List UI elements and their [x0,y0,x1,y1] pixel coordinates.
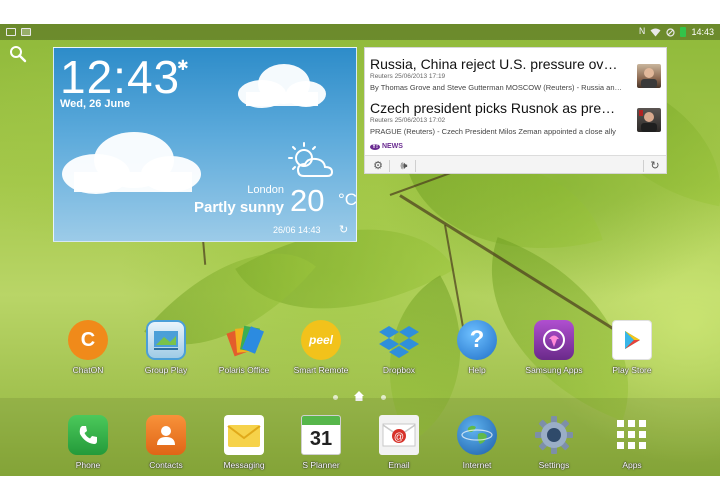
weather-city: London [247,184,284,196]
cloud-icon [238,64,326,108]
weather-settings-icon[interactable]: ✱ [177,58,189,74]
gallery-icon [21,28,31,36]
nfc-icon: N [638,27,646,37]
dock-settings[interactable]: Settings [515,415,593,470]
weather-condition: Partly sunny [193,199,284,216]
news-snippet: PRAGUE (Reuters) - Czech President Milos… [370,127,616,136]
status-bar[interactable]: N 14:43 [0,24,720,40]
app-label: Settings [538,460,570,470]
app-label: Phone [75,460,101,470]
news-item[interactable]: Czech president picks Rusnok as premier … [370,100,633,136]
dock-email[interactable]: @ Email [360,415,438,470]
app-label: S Planner [302,460,340,470]
samsung-apps-icon [534,320,574,360]
app-label: ChatON [72,365,104,375]
app-help[interactable]: ? Help [438,320,516,375]
app-label: Samsung Apps [525,365,583,375]
globe-icon [457,415,497,455]
weather-widget[interactable]: 12:43 ✱ Wed, 26 June London Partly sunny… [53,47,357,242]
chaton-icon: C [68,320,108,360]
news-source-label: NEWS [381,143,403,150]
news-read-aloud-icon[interactable]: 🕪 [397,159,411,173]
app-label: Email [388,460,410,470]
dock-messaging[interactable]: Messaging [205,415,283,470]
calendar-day: 31 [309,428,333,450]
apps-grid-icon [612,415,652,455]
toolbar-divider [389,160,390,172]
app-label: Help [468,365,486,375]
news-meta: Reuters 25/06/2013 17:19 [370,73,446,80]
app-samsung-apps[interactable]: Samsung Apps [515,320,593,375]
email-icon: @ [379,415,419,455]
app-polaris-office[interactable]: Polaris Office [205,320,283,375]
message-icon [6,28,16,36]
svg-text:@: @ [394,432,404,443]
news-toolbar: ⚙ 🕪 ↻ [365,155,666,173]
smart-remote-icon: peel [301,320,341,360]
yahoo-logo: Y! [370,144,380,150]
news-title[interactable]: Russia, China reject U.S. pressure over … [370,56,618,72]
app-smart-remote[interactable]: peel Smart Remote [282,320,360,375]
news-source-logo: Y! NEWS [370,143,403,150]
dock-contacts[interactable]: Contacts [127,415,205,470]
weather-clock: 12:43 [60,51,181,103]
partly-sunny-icon [288,142,334,177]
mute-icon [666,27,676,37]
contacts-icon [146,415,186,455]
calendar-header [302,416,340,425]
app-label: Messaging [223,460,265,470]
news-widget[interactable]: Russia, China reject U.S. pressure over … [364,47,667,174]
app-label: Smart Remote [293,365,349,375]
news-meta: Reuters 25/06/2013 17:02 [370,117,446,124]
app-label: Apps [622,460,642,470]
news-item[interactable]: Russia, China reject U.S. pressure over … [370,56,633,92]
app-play-store[interactable]: Play Store [593,320,671,375]
group-play-icon [146,320,186,360]
polaris-office-icon [224,320,264,360]
wifi-icon [650,28,661,36]
dock-apps[interactable]: Apps [593,415,671,470]
app-label: Dropbox [382,365,416,375]
news-thumbnail[interactable] [637,64,661,88]
weather-updated: 26/06 14:43 [273,225,321,235]
app-label: Contacts [149,460,183,470]
news-title[interactable]: Czech president picks Rusnok as premier [370,100,618,116]
app-group-play[interactable]: Group Play [127,320,205,375]
app-dropbox[interactable]: Dropbox [360,320,438,375]
calendar-icon: 31 [301,415,341,455]
play-store-icon [612,320,652,360]
cloud-icon [62,132,201,194]
dock-internet[interactable]: Internet [438,415,516,470]
weather-date: Wed, 26 June [60,98,131,110]
app-label: Play Store [612,365,652,375]
news-snippet: By Thomas Grove and Steve Gutterman MOSC… [370,83,625,92]
dock-s-planner[interactable]: 31 S Planner [282,415,360,470]
app-label: Group Play [144,365,188,375]
weather-temperature: 20 [290,183,325,218]
refresh-icon[interactable]: ↻ [339,223,348,236]
battery-icon [680,27,687,37]
news-settings-icon[interactable]: ⚙ [371,159,385,173]
phone-icon [68,415,108,455]
toolbar-divider [415,160,416,172]
app-label: Polaris Office [218,365,270,375]
help-icon: ? [457,320,497,360]
dock-phone[interactable]: Phone [49,415,127,470]
messaging-icon [224,415,264,455]
news-refresh-icon[interactable]: ↻ [648,159,662,173]
gear-icon [534,415,574,455]
status-time: 14:43 [691,27,714,37]
weather-unit: °C [338,190,357,209]
search-icon[interactable] [9,45,27,63]
app-label: Internet [462,460,492,470]
toolbar-divider [643,160,644,172]
news-thumbnail[interactable] [637,108,661,132]
app-chaton[interactable]: C ChatON [49,320,127,375]
dropbox-icon [379,320,419,360]
